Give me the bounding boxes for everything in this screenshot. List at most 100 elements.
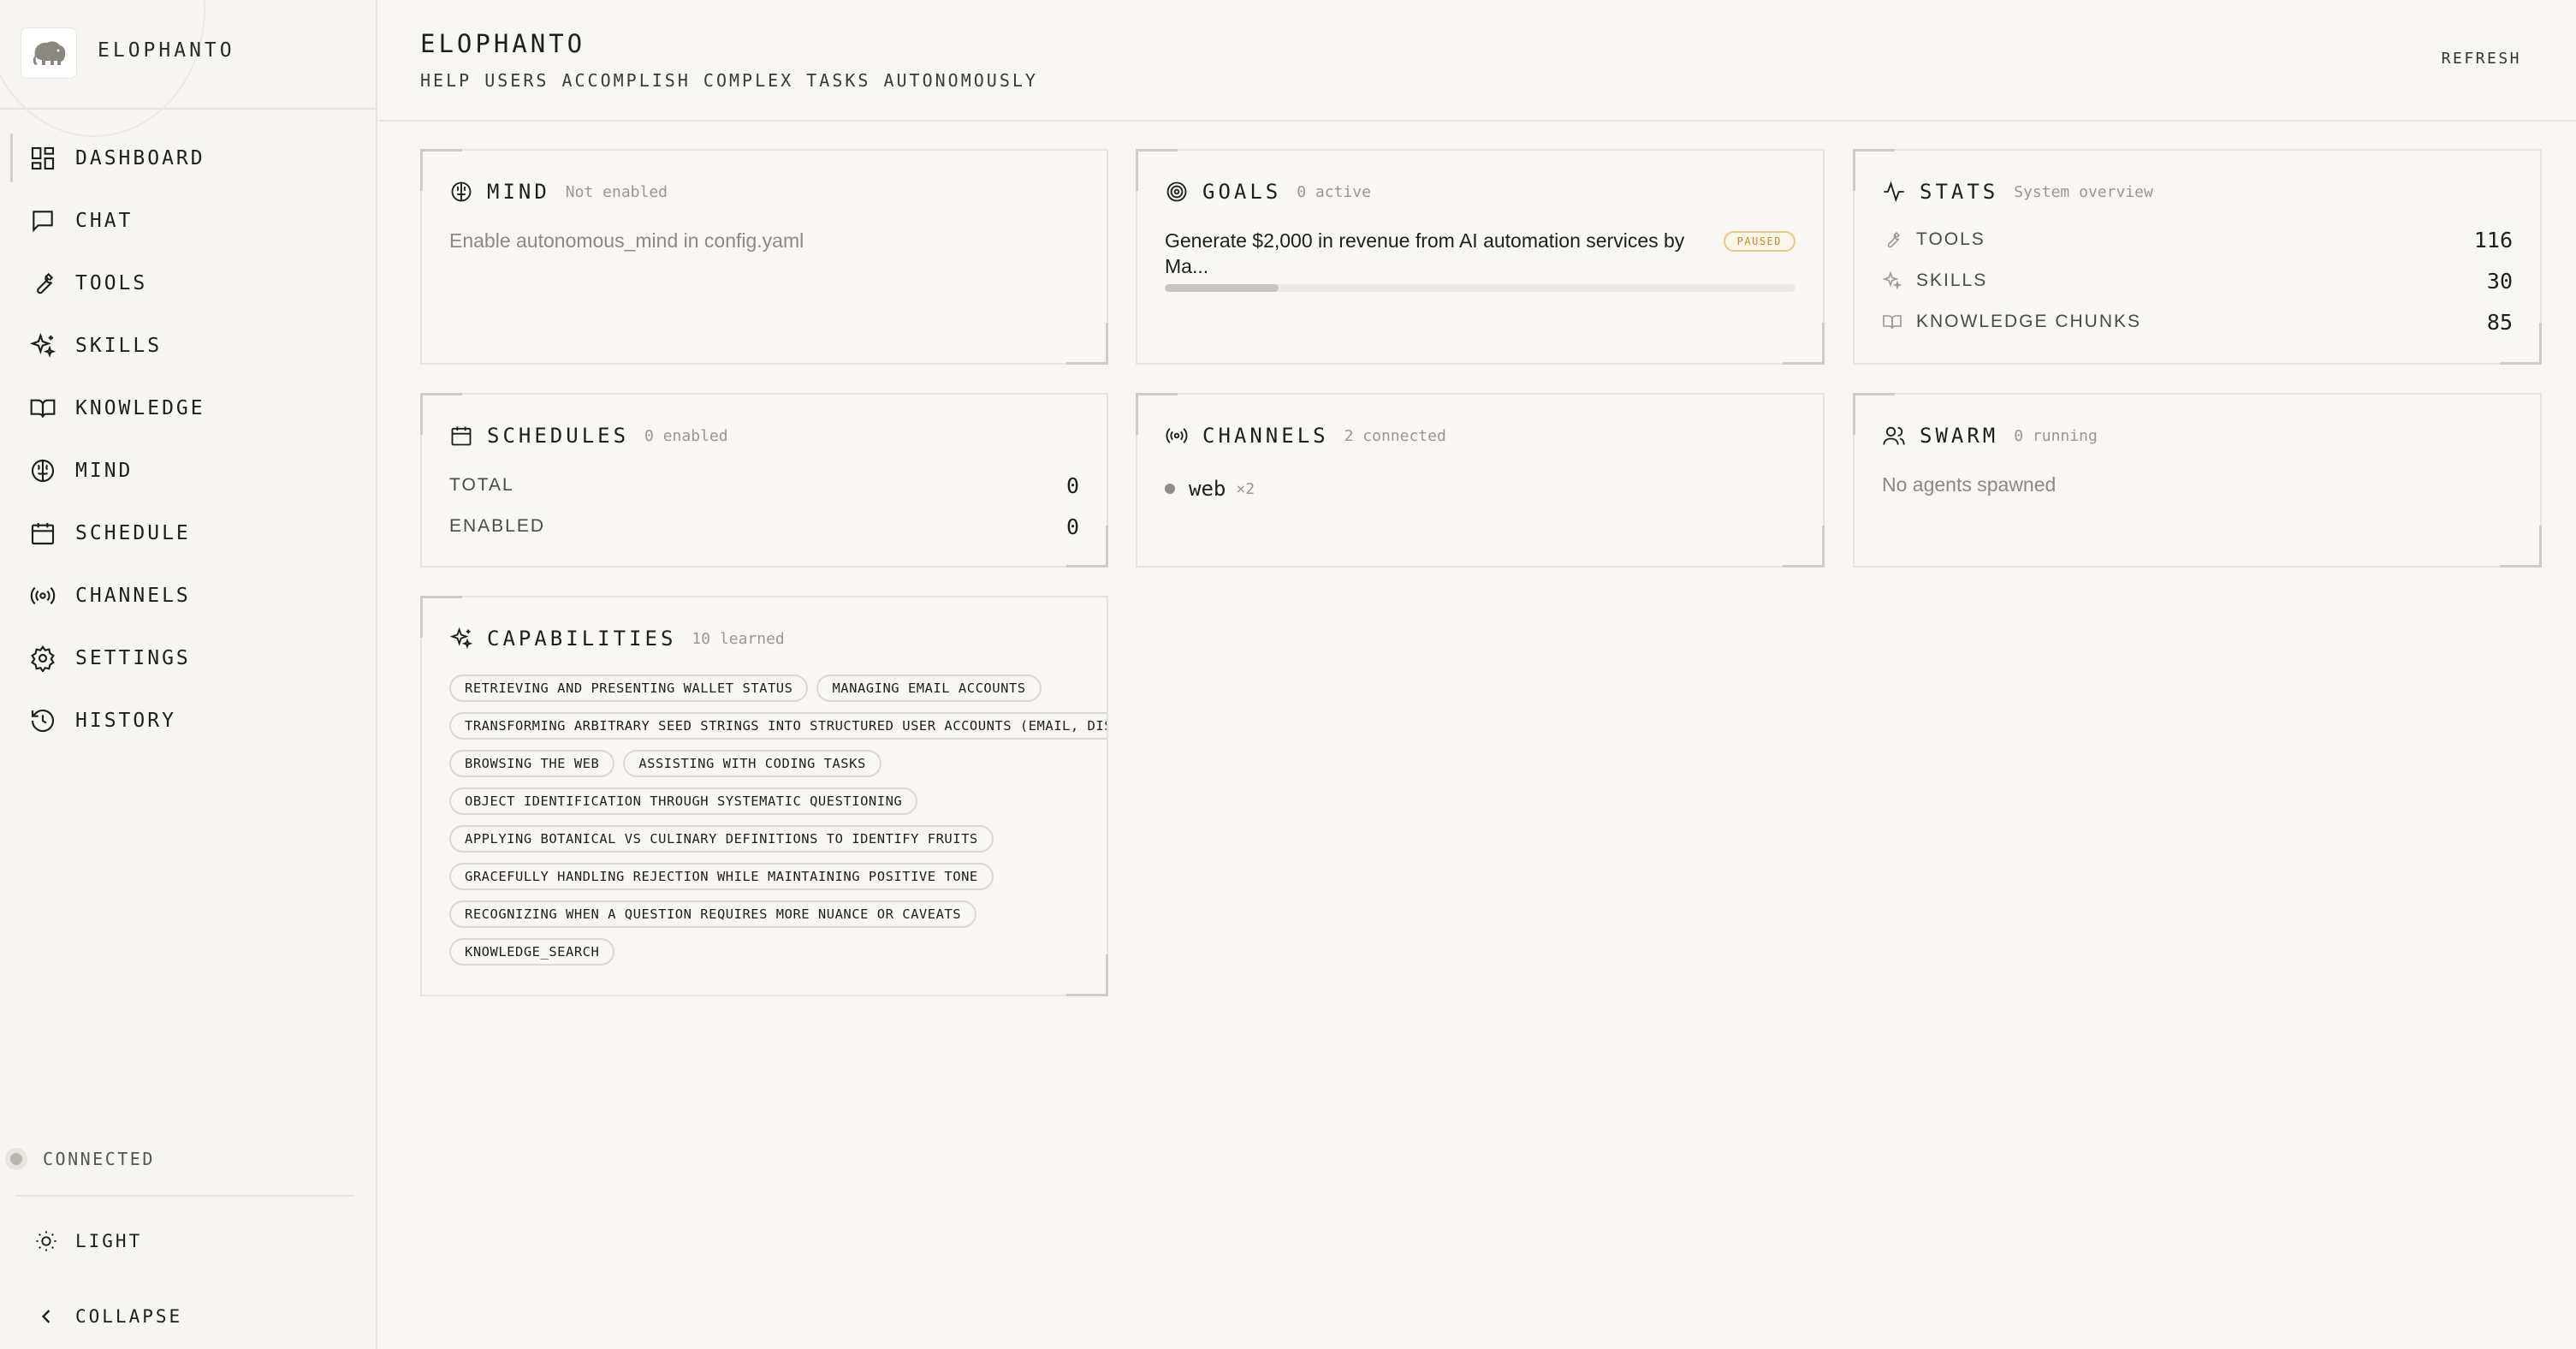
sidebar-item-label: DASHBOARD — [75, 146, 205, 169]
card-subtitle: System overview — [2014, 182, 2153, 201]
sidebar-item-dashboard[interactable]: DASHBOARD — [0, 127, 376, 189]
collapse-button[interactable]: COLLAPSE — [34, 1304, 182, 1328]
sidebar-item-tools[interactable]: TOOLS — [0, 252, 376, 314]
card-subtitle: 2 connected — [1344, 426, 1446, 445]
channel-status-dot-icon — [1165, 484, 1175, 494]
capability-chip[interactable]: RETRIEVING AND PRESENTING WALLET STATUS — [449, 674, 809, 702]
card-title: CAPABILITIES — [487, 627, 677, 651]
wrench-icon — [1887, 231, 1901, 248]
history-icon — [31, 709, 55, 732]
sidebar: ELOPHANTO DASHBOARD CHAT TOOLS SKILLS KN… — [0, 0, 377, 1349]
elephant-logo-icon[interactable] — [21, 27, 77, 79]
connection-status: CONNECTED — [10, 1149, 155, 1169]
schedule-total-row: TOTAL 0 — [449, 468, 1079, 502]
card-title: SWARM — [1920, 424, 1999, 448]
capability-row: TRANSFORMING ARBITRARY SEED STRINGS INTO… — [449, 707, 1107, 745]
wrench-icon — [37, 272, 54, 294]
capability-chip[interactable]: KNOWLEDGE_SEARCH — [449, 938, 615, 966]
capability-chip[interactable]: APPLYING BOTANICAL VS CULINARY DEFINITIO… — [449, 825, 994, 853]
stat-value: 85 — [2486, 309, 2513, 335]
brain-icon — [451, 181, 472, 202]
card-title: GOALS — [1202, 180, 1282, 204]
channel-name: web — [1189, 477, 1226, 501]
page-title: ELOPHANTO — [420, 29, 586, 58]
capability-chip[interactable]: BROWSING THE WEB — [449, 750, 615, 777]
card-title: MIND — [487, 180, 550, 204]
mind-card: MIND Not enabled Enable autonomous_mind … — [420, 149, 1108, 365]
stats-card: STATS System overview TOOLS 116 SKILLS 30 KN… — [1853, 149, 2542, 365]
goal-title[interactable]: Generate $2,000 in revenue from AI autom… — [1165, 228, 1712, 279]
book-icon — [30, 399, 56, 418]
brain-icon — [31, 459, 55, 482]
capability-chip[interactable]: TRANSFORMING ARBITRARY SEED STRINGS INTO… — [449, 712, 1107, 740]
sidebar-item-label: SETTINGS — [75, 646, 191, 669]
brand-name: ELOPHANTO — [98, 39, 235, 62]
capability-chip[interactable]: MANAGING EMAIL ACCOUNTS — [816, 674, 1042, 702]
sidebar-item-label: CHANNELS — [75, 584, 191, 607]
card-header: GOALS 0 active — [1165, 180, 1371, 204]
theme-toggle-button[interactable]: LIGHT — [34, 1229, 142, 1253]
capability-chip[interactable]: RECOGNIZING WHEN A QUESTION REQUIRES MOR… — [449, 900, 977, 928]
capability-row: RETRIEVING AND PRESENTING WALLET STATUS M… — [449, 669, 1107, 707]
card-header: STATS System overview — [1882, 180, 2153, 204]
capability-row: BROWSING THE WEB ASSISTING WITH CODING TA… — [449, 745, 1107, 782]
stat-row-skills: SKILLS 30 — [1882, 264, 2513, 298]
capability-chip[interactable]: GRACEFULLY HANDLING REJECTION WHILE MAIN… — [449, 863, 994, 890]
goal-progress-fill — [1165, 284, 1279, 292]
status-badge: PAUSED — [1723, 231, 1795, 252]
card-header: CHANNELS 2 connected — [1165, 424, 1446, 448]
book-icon — [1883, 315, 1902, 330]
target-icon — [1166, 181, 1187, 202]
schedule-enabled-row: ENABLED 0 — [449, 509, 1079, 544]
card-subtitle: 0 active — [1297, 182, 1371, 201]
sidebar-item-label: KNOWLEDGE — [75, 396, 205, 419]
page-header: ELOPHANTO HELP USERS ACCOMPLISH COMPLEX … — [379, 0, 2576, 122]
stat-label: KNOWLEDGE CHUNKS — [1916, 312, 2142, 331]
status-dot-icon — [10, 1153, 22, 1165]
stat-row-tools: TOOLS 116 — [1882, 223, 2513, 257]
channel-item[interactable]: web ×2 — [1165, 477, 1255, 501]
sidebar-item-label: CHAT — [75, 209, 134, 232]
sidebar-item-schedule[interactable]: SCHEDULE — [0, 502, 376, 564]
card-header: SCHEDULES 0 enabled — [449, 424, 728, 448]
capability-chip[interactable]: OBJECT IDENTIFICATION THROUGH SYSTEMATIC… — [449, 787, 918, 815]
sidebar-nav: DASHBOARD CHAT TOOLS SKILLS KNOWLEDGE MI… — [0, 127, 376, 752]
page-subtitle: HELP USERS ACCOMPLISH COMPLEX TASKS AUTO… — [420, 70, 1038, 91]
sidebar-divider — [15, 1195, 354, 1197]
swarm-card: SWARM 0 running No agents spawned — [1853, 393, 2542, 568]
capability-row: OBJECT IDENTIFICATION THROUGH SYSTEMATIC… — [449, 782, 1107, 820]
sidebar-item-mind[interactable]: MIND — [0, 439, 376, 502]
capability-row: APPLYING BOTANICAL VS CULINARY DEFINITIO… — [449, 820, 1107, 858]
channels-card: CHANNELS 2 connected web ×2 — [1136, 393, 1825, 568]
connection-label: CONNECTED — [43, 1149, 155, 1169]
sidebar-item-knowledge[interactable]: KNOWLEDGE — [0, 377, 376, 439]
brand-header: ELOPHANTO — [0, 0, 376, 137]
refresh-button[interactable]: REFRESH — [2442, 50, 2521, 68]
gear-icon — [31, 645, 55, 672]
capability-row: KNOWLEDGE_SEARCH — [449, 933, 1107, 971]
stat-row-knowledge-chunks: KNOWLEDGE CHUNKS 85 — [1882, 305, 2513, 339]
sidebar-item-channels[interactable]: CHANNELS — [0, 564, 376, 627]
stat-value: 0 — [1065, 514, 1079, 539]
stat-label: TOOLS — [1916, 229, 1985, 249]
card-header: MIND Not enabled — [449, 180, 668, 204]
theme-label: LIGHT — [75, 1231, 143, 1251]
calendar-icon — [31, 522, 55, 544]
chevron-left-icon — [41, 1310, 50, 1323]
sidebar-item-settings[interactable]: SETTINGS — [0, 627, 376, 689]
card-header: CAPABILITIES 10 learned — [449, 627, 785, 651]
goals-card: GOALS 0 active Generate $2,000 in revenu… — [1136, 149, 1825, 365]
schedules-card: SCHEDULES 0 enabled TOTAL 0 ENABLED 0 — [420, 393, 1108, 568]
collapse-label: COLLAPSE — [75, 1306, 183, 1327]
sidebar-item-label: SKILLS — [75, 334, 163, 357]
sidebar-item-history[interactable]: HISTORY — [0, 689, 376, 752]
capability-chip[interactable]: ASSISTING WITH CODING TASKS — [623, 750, 881, 777]
capabilities-list: RETRIEVING AND PRESENTING WALLET STATUS M… — [449, 669, 1107, 971]
sidebar-item-chat[interactable]: CHAT — [0, 189, 376, 252]
stat-label: ENABLED — [449, 516, 546, 536]
sun-icon — [36, 1231, 56, 1251]
sidebar-item-skills[interactable]: SKILLS — [0, 314, 376, 377]
card-subtitle: 0 enabled — [644, 426, 728, 445]
mind-hint: Enable autonomous_mind in config.yaml — [449, 229, 804, 252]
dashboard-icon — [31, 146, 55, 169]
